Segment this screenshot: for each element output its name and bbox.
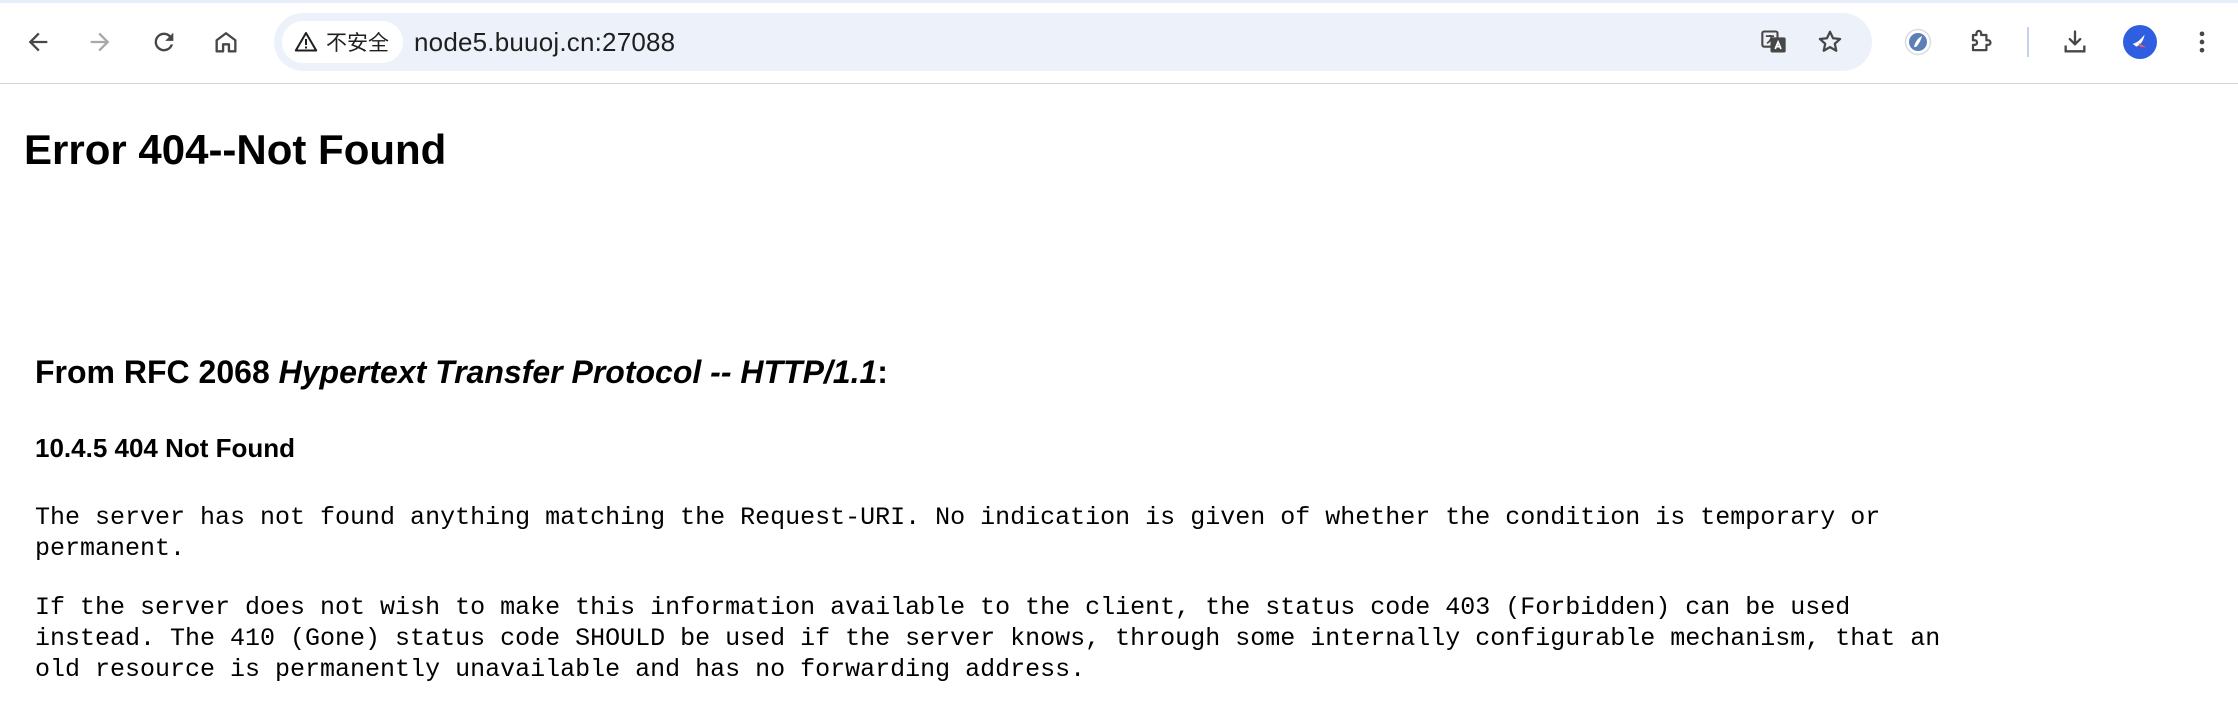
paragraph-1-line-2: permanent. — [35, 534, 186, 563]
arrow-left-icon — [28, 32, 48, 52]
more-vertical-icon — [2199, 31, 2205, 53]
browser-toolbar: 不安全 node5.buuoj.cn:27088 — [0, 0, 2238, 84]
reload-button[interactable] — [142, 20, 186, 64]
home-button[interactable] — [204, 20, 248, 64]
extension-button[interactable] — [1896, 20, 1940, 64]
download-icon — [2064, 30, 2086, 53]
arrow-right-icon — [90, 32, 110, 52]
translate-button[interactable] — [1756, 24, 1792, 60]
tab-strip-edge — [0, 0, 2238, 3]
rfc-suffix: : — [877, 354, 888, 390]
profile-bird-icon — [2132, 34, 2147, 48]
downloads-button[interactable] — [2053, 20, 2097, 64]
home-icon — [215, 32, 237, 53]
browser-menu-button[interactable] — [2180, 20, 2224, 64]
url-text[interactable]: node5.buuoj.cn:27088 — [414, 27, 675, 58]
paragraph-2-line-3: old resource is permanently unavailable … — [35, 655, 1086, 684]
profile-avatar[interactable] — [2123, 25, 2157, 59]
paragraph-2-line-2: instead. The 410 (Gone) status code SHOU… — [35, 624, 1941, 653]
rfc-prefix: From RFC 2068 — [35, 354, 279, 390]
bookmark-button[interactable] — [1812, 24, 1848, 60]
rfc-title: Hypertext Transfer Protocol -- HTTP/1.1 — [278, 354, 878, 390]
back-button[interactable] — [16, 20, 60, 64]
forward-button[interactable] — [78, 20, 122, 64]
section-heading: 10.4.5 404 Not Found — [35, 433, 296, 463]
star-icon — [1818, 30, 1842, 52]
paragraph-1-line-1: The server has not found anything matchi… — [35, 503, 1881, 532]
security-chip[interactable]: 不安全 — [282, 21, 403, 63]
reload-icon — [154, 32, 174, 52]
paragraph-2-line-1: If the server does not wish to make this… — [35, 593, 1851, 622]
translate-icon — [1761, 30, 1786, 53]
toolbar-separator — [2027, 27, 2029, 57]
puzzle-icon — [1971, 29, 1992, 52]
extensions-menu-button[interactable] — [1958, 20, 2002, 64]
extension-logo-icon — [1904, 28, 1932, 56]
page-title: Error 404--Not Found — [24, 126, 447, 173]
rfc-heading: From RFC 2068 Hypertext Transfer Protoco… — [35, 354, 888, 391]
address-bar[interactable]: 不安全 node5.buuoj.cn:27088 — [274, 13, 1872, 71]
warning-triangle-icon — [294, 32, 318, 52]
security-label: 不安全 — [326, 31, 389, 55]
